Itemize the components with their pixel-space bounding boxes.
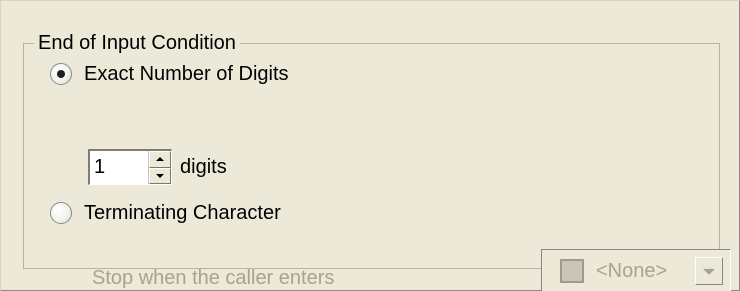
- spin-buttons: [148, 151, 171, 184]
- chevron-down-icon: [156, 173, 164, 178]
- digits-input[interactable]: [90, 151, 148, 184]
- exact-number-of-digits-label: Exact Number of Digits: [84, 63, 289, 85]
- digits-spinner: [88, 149, 172, 185]
- spin-up-button[interactable]: [149, 151, 171, 168]
- combo-dropdown-button[interactable]: [695, 257, 723, 285]
- end-of-input-condition-group: End of Input Condition Exact Number of D…: [23, 29, 731, 291]
- chevron-up-icon: [156, 157, 164, 162]
- group-title: End of Input Condition: [34, 29, 240, 57]
- terminating-character-option[interactable]: Terminating Character: [50, 199, 281, 227]
- digits-spinner-row: digits: [88, 149, 227, 185]
- character-icon: [560, 259, 584, 283]
- exact-number-of-digits-option[interactable]: Exact Number of Digits: [50, 60, 289, 88]
- dialog-panel: End of Input Condition Exact Number of D…: [0, 0, 740, 291]
- terminating-character-combobox[interactable]: <None>: [541, 249, 731, 291]
- spin-down-button[interactable]: [149, 167, 171, 184]
- digits-unit-label: digits: [180, 156, 227, 178]
- chevron-down-icon: [703, 268, 715, 275]
- combo-value: <None>: [596, 259, 668, 282]
- radio-unchecked-icon[interactable]: [50, 202, 72, 224]
- stop-when-caller-enters-label: Stop when the caller enters: [92, 267, 335, 289]
- radio-checked-icon[interactable]: [50, 63, 72, 85]
- terminating-character-label: Terminating Character: [84, 202, 281, 224]
